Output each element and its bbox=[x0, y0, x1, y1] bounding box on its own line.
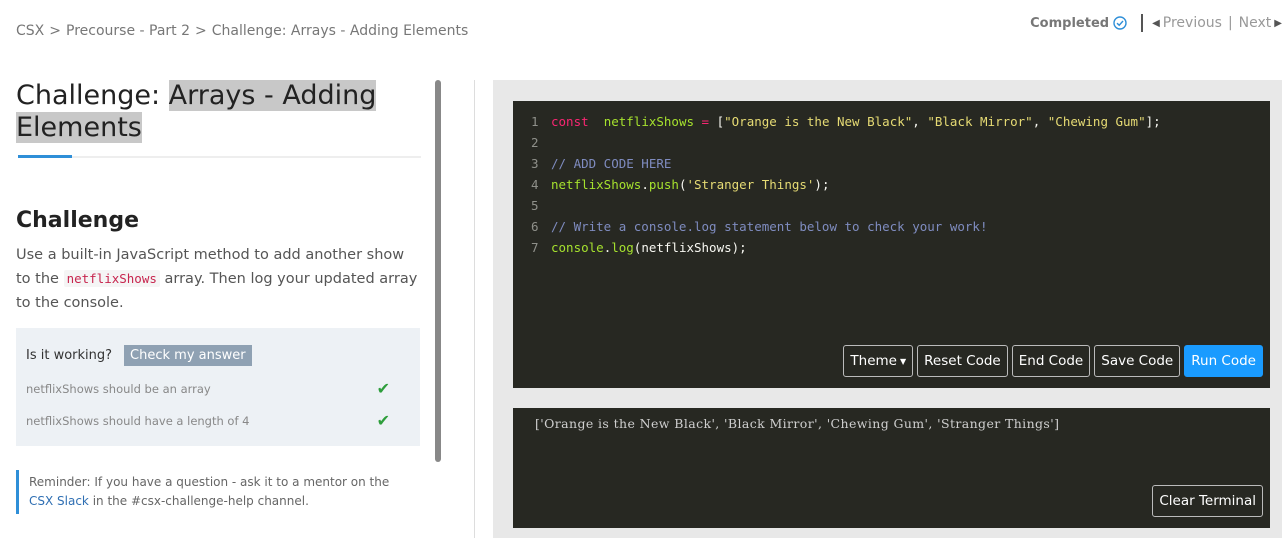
line-number: 1 bbox=[531, 114, 539, 129]
breadcrumb: CSX > Precourse - Part 2 > Challenge: Arrays… bbox=[16, 23, 468, 39]
next-link[interactable]: Next ▶ bbox=[1239, 15, 1282, 31]
test-label: netflixShows should have a length of 4 bbox=[26, 413, 250, 428]
challenge-panel: Challenge: Arrays - Adding Elements Chal… bbox=[16, 80, 421, 514]
scrollbar[interactable] bbox=[435, 80, 441, 462]
inline-code: netflixShows bbox=[63, 270, 160, 287]
nav-divider bbox=[1141, 14, 1144, 32]
breadcrumb-item-csx[interactable]: CSX bbox=[16, 23, 44, 39]
ide-panel: 1 const netflixShows = ["Orange is the Ne… bbox=[493, 80, 1282, 538]
checkmark-icon: ✔ bbox=[376, 411, 390, 430]
line-number: 3 bbox=[531, 156, 539, 171]
test-row: netflixShows should have a length of 4 ✔ bbox=[26, 411, 410, 430]
line-number: 5 bbox=[531, 198, 539, 213]
code-line: 6// Write a console.log statement below … bbox=[531, 216, 1161, 237]
challenge-heading: Challenge bbox=[16, 208, 139, 233]
title-highlight-1: Arrays - Adding bbox=[168, 80, 377, 111]
reminder-text-2: in the #csx-challenge-help channel. bbox=[88, 494, 309, 508]
csx-slack-link[interactable]: CSX Slack bbox=[29, 494, 89, 508]
checkmark-icon: ✔ bbox=[376, 379, 390, 398]
test-results-box: Is it working? Check my answer netflixSh… bbox=[16, 328, 420, 446]
code-line: 3// ADD CODE HERE bbox=[531, 153, 1161, 174]
theme-label: Theme bbox=[850, 353, 897, 369]
code-line: 5 bbox=[531, 195, 1161, 216]
line-number: 6 bbox=[531, 219, 539, 234]
code-line: 7 console.log(netflixShows); bbox=[531, 237, 1161, 258]
line-number: 7 bbox=[531, 240, 539, 255]
code-line: 2 bbox=[531, 132, 1161, 153]
code-editor[interactable]: 1 const netflixShows = ["Orange is the Ne… bbox=[513, 101, 1270, 388]
check-circle-icon bbox=[1113, 16, 1127, 30]
nav-separator: | bbox=[1227, 15, 1233, 31]
save-code-button[interactable]: Save Code bbox=[1094, 345, 1181, 377]
terminal: ['Orange is the New Black', 'Black Mirro… bbox=[513, 408, 1270, 528]
theme-dropdown[interactable]: Theme ▼ bbox=[843, 345, 914, 377]
editor-toolbar: Theme ▼ Reset Code End Code Save Code Run… bbox=[843, 345, 1263, 377]
reminder-callout: Reminder: If you have a question - ask i… bbox=[16, 470, 406, 514]
run-code-button[interactable]: Run Code bbox=[1184, 345, 1263, 377]
line-number: 2 bbox=[531, 135, 539, 150]
code-line: 4 netflixShows.push('Stranger Things'); bbox=[531, 174, 1161, 195]
title-highlight-2: Elements bbox=[16, 112, 142, 143]
column-divider bbox=[474, 80, 475, 538]
test-row: netflixShows should be an array ✔ bbox=[26, 379, 410, 398]
caret-right-icon: ▶ bbox=[1274, 17, 1282, 29]
reset-code-button[interactable]: Reset Code bbox=[917, 345, 1008, 377]
is-it-working-label: Is it working? bbox=[26, 348, 113, 363]
previous-link[interactable]: ◀ Previous bbox=[1152, 15, 1222, 31]
challenge-description: Use a built-in JavaScript method to add … bbox=[16, 243, 421, 315]
completed-status: Completed bbox=[1030, 16, 1127, 31]
check-answer-button[interactable]: Check my answer bbox=[124, 345, 252, 366]
code-line: 1 const netflixShows = ["Orange is the Ne… bbox=[531, 111, 1161, 132]
breadcrumb-item-current: Challenge: Arrays - Adding Elements bbox=[211, 23, 469, 39]
breadcrumb-separator: > bbox=[195, 23, 207, 39]
completed-label: Completed bbox=[1030, 15, 1110, 31]
clear-terminal-button[interactable]: Clear Terminal bbox=[1152, 485, 1263, 517]
page-title: Challenge: Arrays - Adding Elements bbox=[16, 80, 421, 144]
breadcrumb-item-precourse[interactable]: Precourse - Part 2 bbox=[66, 23, 190, 39]
code-content[interactable]: 1 const netflixShows = ["Orange is the Ne… bbox=[531, 111, 1161, 258]
caret-down-icon: ▼ bbox=[900, 356, 907, 366]
reminder-text-1: Reminder: If you have a question - ask i… bbox=[29, 475, 390, 489]
next-label: Next bbox=[1238, 15, 1272, 31]
line-number: 4 bbox=[531, 177, 539, 192]
tab-underline bbox=[18, 155, 421, 158]
previous-label: Previous bbox=[1162, 15, 1222, 31]
title-prefix: Challenge: bbox=[16, 80, 169, 111]
end-code-button[interactable]: End Code bbox=[1011, 345, 1091, 377]
test-label: netflixShows should be an array bbox=[26, 381, 211, 396]
active-tab-indicator bbox=[18, 155, 72, 158]
terminal-output: ['Orange is the New Black', 'Black Mirro… bbox=[535, 416, 1060, 431]
breadcrumb-separator: > bbox=[49, 23, 61, 39]
caret-left-icon: ◀ bbox=[1152, 17, 1160, 29]
lesson-nav: Completed ◀ Previous | Next ▶ bbox=[1030, 13, 1282, 33]
